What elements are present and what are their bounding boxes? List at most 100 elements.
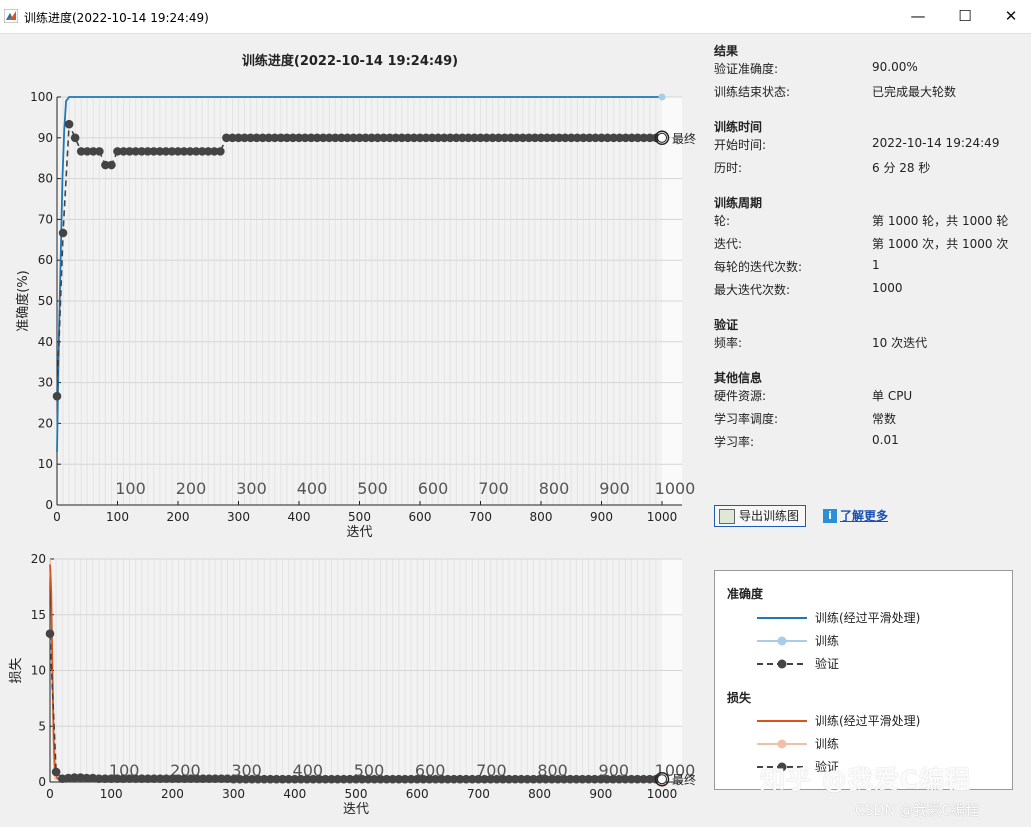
results-header: 结果	[714, 44, 739, 58]
epoch-label: 700	[478, 479, 509, 498]
frequency-value: 10 次迭代	[872, 336, 928, 350]
matlab-icon	[4, 9, 18, 23]
maximize-button[interactable]: ☐	[942, 0, 988, 33]
legend-loss-header: 损失	[727, 690, 752, 705]
iteration-row: 迭代: 第 1000 次，共 1000 次	[714, 235, 1014, 258]
x-tick-label: 600	[406, 787, 429, 801]
minimize-button[interactable]: —	[895, 0, 941, 33]
x-tick-label: 400	[283, 787, 306, 801]
val-accuracy-row: 验证准确度: 90.00%	[714, 60, 1014, 83]
y-tick-label: 20	[31, 552, 46, 566]
hardware-value: 单 CPU	[872, 389, 913, 403]
lr-row: 学习率: 0.01	[714, 433, 1014, 456]
epoch-label: 轮:	[714, 214, 731, 228]
y-tick-label: 100	[30, 90, 53, 104]
epoch-label: 100	[115, 479, 146, 498]
export-plot-button[interactable]: 导出训练图	[714, 505, 806, 527]
legend-acc-smooth-label: 训练(经过平滑处理)	[815, 610, 920, 625]
x-tick-label: 0	[46, 787, 54, 801]
x-tick-label: 400	[288, 510, 311, 524]
watermark-zhihu: 知乎 @我爱C编程	[760, 765, 972, 794]
end-state-label: 训练结束状态:	[714, 85, 791, 99]
lr-schedule-label: 学习率调度:	[714, 412, 779, 426]
final-label: 最终	[672, 131, 696, 146]
elapsed-value: 6 分 28 秒	[872, 161, 931, 175]
x-tick-label: 0	[53, 510, 61, 524]
cycle-header: 训练周期	[714, 196, 763, 210]
hardware-row: 硬件资源: 单 CPU	[714, 387, 1014, 410]
window-titlebar: 训练进度(2022-10-14 19:24:49) — ☐ ✕	[0, 0, 1031, 34]
learn-more-label: 了解更多	[840, 508, 889, 523]
val-accuracy-value: 90.00%	[872, 60, 918, 74]
max-iter-label: 最大迭代次数:	[714, 283, 791, 297]
validation-header: 验证	[714, 318, 739, 332]
legend-loss-train-label: 训练	[815, 736, 839, 751]
iter-per-epoch-label: 每轮的迭代次数:	[714, 260, 803, 274]
x-tick-label: 1000	[647, 510, 678, 524]
x-tick-label: 200	[161, 787, 184, 801]
x-tick-label: 900	[589, 787, 612, 801]
y-tick-label: 30	[38, 376, 53, 390]
epoch-value: 第 1000 轮，共 1000 轮	[872, 214, 1009, 228]
validation-point	[45, 629, 55, 639]
y-tick-label: 50	[38, 294, 53, 308]
elapsed-label: 历时:	[714, 161, 743, 175]
x-tick-label: 500	[348, 510, 371, 524]
final-marker-inner	[657, 132, 667, 143]
frequency-row: 频率: 10 次迭代	[714, 334, 1014, 357]
iter-per-epoch-value: 1	[872, 258, 880, 272]
window-title: 训练进度(2022-10-14 19:24:49)	[24, 11, 209, 25]
start-time-row: 开始时间: 2022-10-14 19:24:49	[714, 136, 1014, 159]
validation-point	[52, 391, 62, 401]
legend-panel: 准确度 训练(经过平滑处理) 训练 验证 损失 训练(经过平滑处理) 训练 验证	[714, 570, 1013, 790]
end-state-row: 训练结束状态: 已完成最大轮数	[714, 83, 1014, 106]
export-plot-label: 导出训练图	[739, 509, 800, 523]
legend-graphic: 准确度 训练(经过平滑处理) 训练 验证 损失 训练(经过平滑处理) 训练 验证	[727, 586, 920, 774]
x-tick-label: 300	[222, 787, 245, 801]
y-tick-label: 20	[38, 416, 53, 430]
epoch-label: 900	[599, 479, 630, 498]
epoch-label: 200	[176, 479, 207, 498]
y-tick-label: 70	[38, 212, 53, 226]
hardware-label: 硬件资源:	[714, 389, 767, 403]
y-tick-label: 0	[38, 775, 46, 789]
time-header: 训练时间	[714, 120, 763, 134]
validation-point	[51, 767, 61, 777]
x-tick-label: 500	[345, 787, 368, 801]
loss-chart[interactable]: 051015200 100 200 300 400 500 600 700 800 900 1000…	[0, 545, 700, 827]
end-state-value: 已完成最大轮数	[872, 85, 957, 99]
x-tick-label: 700	[469, 510, 492, 524]
info-panel: 结果 验证准确度: 90.00% 训练结束状态: 已完成最大轮数 训练时间 开始…	[714, 42, 1014, 456]
start-time-label: 开始时间:	[714, 138, 767, 152]
watermark-csdn: CSDN @我爱C编程	[855, 803, 980, 819]
validation-point	[107, 160, 116, 170]
y-axis-label: 准确度(%)	[15, 270, 31, 332]
y-tick-label: 15	[31, 608, 46, 622]
epoch-label: 1000	[655, 479, 696, 498]
accuracy-chart[interactable]: 01020304050607080901000 100 200 300 400 500 60…	[0, 90, 700, 545]
legend-loss-train-marker	[777, 739, 787, 749]
info-icon: i	[823, 508, 837, 523]
y-tick-label: 90	[38, 131, 53, 145]
legend-accuracy-header: 准确度	[727, 586, 764, 601]
learn-more-link[interactable]: i 了解更多	[823, 507, 888, 525]
x-tick-label: 100	[106, 510, 129, 524]
max-iter-value: 1000	[872, 281, 903, 295]
elapsed-row: 历时: 6 分 28 秒	[714, 159, 1014, 182]
legend-acc-val-label: 验证	[815, 656, 839, 671]
max-iter-row: 最大迭代次数: 1000	[714, 281, 1014, 304]
y-tick-label: 10	[38, 457, 53, 471]
validation-point	[58, 228, 68, 238]
close-button[interactable]: ✕	[988, 0, 1031, 33]
validation-point	[70, 133, 80, 143]
final-marker-inner	[657, 774, 667, 785]
x-tick-label: 700	[467, 787, 490, 801]
export-icon	[719, 509, 735, 524]
validation-point	[64, 119, 74, 129]
y-axis-label: 损失	[9, 657, 24, 683]
legend-acc-train-marker	[777, 636, 787, 646]
y-tick-label: 0	[45, 498, 53, 512]
y-tick-label: 5	[38, 719, 46, 733]
lr-label: 学习率:	[714, 435, 755, 449]
x-tick-label: 1000	[647, 787, 678, 801]
